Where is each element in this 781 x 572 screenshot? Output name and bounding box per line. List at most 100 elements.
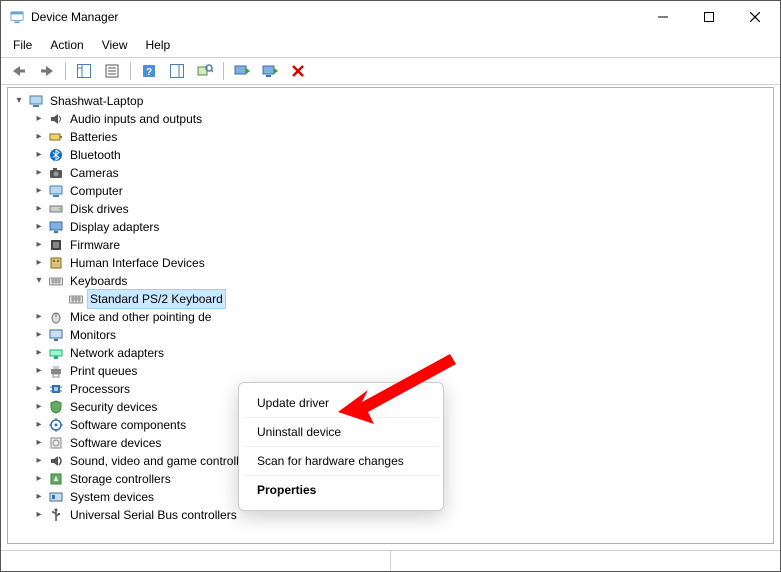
chevron-right-icon[interactable]: ▸ xyxy=(32,434,46,452)
tree-category[interactable]: ▸ Display adapters xyxy=(12,218,773,236)
tree-category[interactable]: ▸Monitors xyxy=(12,326,773,344)
chevron-right-icon[interactable]: ▸ xyxy=(32,416,46,434)
toolbar: ? xyxy=(1,57,780,85)
tree-item-label: Security devices xyxy=(68,398,159,416)
menu-action[interactable]: Action xyxy=(42,36,91,54)
disable-device-button[interactable] xyxy=(285,59,311,83)
action-pane-button[interactable] xyxy=(164,59,190,83)
forward-button[interactable] xyxy=(34,59,60,83)
uninstall-device-button[interactable] xyxy=(257,59,283,83)
cpu-icon xyxy=(48,381,64,397)
bluetooth-icon xyxy=(48,147,64,163)
hid-icon xyxy=(48,255,64,271)
tree-item-label: Standard PS/2 Keyboard xyxy=(88,290,225,308)
tree-category[interactable]: ▸ Cameras xyxy=(12,164,773,182)
tree-item-label: Keyboards xyxy=(68,272,129,290)
chevron-right-icon[interactable]: ▸ xyxy=(32,452,46,470)
tree-root[interactable]: ▾ Shashwat-Laptop xyxy=(12,92,773,110)
toolbar-separator xyxy=(223,62,224,80)
chevron-right-icon[interactable]: ▸ xyxy=(32,110,46,128)
help-button[interactable]: ? xyxy=(136,59,162,83)
chevron-right-icon[interactable]: ▸ xyxy=(32,344,46,362)
chevron-right-icon[interactable]: ▸ xyxy=(32,506,46,524)
security-icon xyxy=(48,399,64,415)
tree-category[interactable]: ▸Audio inputs and outputs xyxy=(12,110,773,128)
tree-item-label: Firmware xyxy=(68,236,122,254)
tree-item-label: Software components xyxy=(68,416,188,434)
tree-item-label: Print queues xyxy=(68,362,139,380)
tree-item-label: Bluetooth xyxy=(68,146,123,164)
update-driver-button[interactable] xyxy=(229,59,255,83)
chevron-right-icon[interactable]: ▸ xyxy=(32,470,46,488)
tree-item-label: Software devices xyxy=(68,434,163,452)
tree-item-label: Display adapters xyxy=(68,218,161,236)
close-button[interactable] xyxy=(732,1,778,33)
ctx-update-driver[interactable]: Update driver xyxy=(243,389,439,418)
tree-item-label: Sound, video and game controllers xyxy=(68,452,257,470)
ctx-properties[interactable]: Properties xyxy=(243,476,439,504)
storage-icon xyxy=(48,471,64,487)
chevron-right-icon[interactable]: ▸ xyxy=(32,308,46,326)
minimize-button[interactable] xyxy=(640,1,686,33)
minimize-icon xyxy=(658,12,668,22)
tree-category[interactable]: ▸Network adapters xyxy=(12,344,773,362)
tree-item-label: Processors xyxy=(68,380,132,398)
chevron-right-icon[interactable]: ▸ xyxy=(32,128,46,146)
tree-category[interactable]: ▸Batteries xyxy=(12,128,773,146)
ctx-uninstall-device[interactable]: Uninstall device xyxy=(243,418,439,447)
tree-category[interactable]: ▸ Print queues xyxy=(12,362,773,380)
chevron-right-icon[interactable]: ▸ xyxy=(32,254,46,272)
toolbar-separator xyxy=(65,62,66,80)
chevron-right-icon[interactable]: ▸ xyxy=(32,236,46,254)
battery-icon xyxy=(48,129,64,145)
tree-category[interactable]: ▸Computer xyxy=(12,182,773,200)
tree-category[interactable]: ▸ Bluetooth xyxy=(12,146,773,164)
help-icon: ? xyxy=(142,64,156,78)
chevron-right-icon[interactable]: ▸ xyxy=(32,398,46,416)
chevron-right-icon[interactable]: ▸ xyxy=(32,164,46,182)
chevron-right-icon[interactable]: ▸ xyxy=(32,380,46,398)
display-icon xyxy=(48,219,64,235)
tree-category[interactable]: ▸ Disk drives xyxy=(12,200,773,218)
show-hide-tree-button[interactable] xyxy=(71,59,97,83)
menu-view[interactable]: View xyxy=(94,36,136,54)
context-menu: Update driver Uninstall device Scan for … xyxy=(238,382,444,511)
tree-category[interactable]: ▸ Firmware xyxy=(12,236,773,254)
camera-icon xyxy=(48,165,64,181)
chevron-right-icon[interactable]: ▸ xyxy=(32,488,46,506)
chevron-down-icon[interactable]: ▾ xyxy=(32,272,46,290)
tree-device[interactable]: Standard PS/2 Keyboard xyxy=(12,290,773,308)
tree-item-label: Cameras xyxy=(68,164,121,182)
chevron-down-icon[interactable]: ▾ xyxy=(12,92,26,110)
menu-file[interactable]: File xyxy=(5,36,40,54)
tree-item-label: System devices xyxy=(68,488,156,506)
device-tree-pane[interactable]: ▾ Shashwat-Laptop▸Audio inputs and output… xyxy=(7,87,774,544)
properties-button[interactable] xyxy=(99,59,125,83)
maximize-button[interactable] xyxy=(686,1,732,33)
chevron-right-icon[interactable]: ▸ xyxy=(32,146,46,164)
chevron-right-icon[interactable]: ▸ xyxy=(32,218,46,236)
tree-item-label: Human Interface Devices xyxy=(68,254,207,272)
ctx-scan-hardware[interactable]: Scan for hardware changes xyxy=(243,447,439,476)
sound-icon xyxy=(48,453,64,469)
chevron-right-icon[interactable]: ▸ xyxy=(32,182,46,200)
computer-icon xyxy=(28,93,44,109)
tree-category[interactable]: ▸Mice and other pointing de xyxy=(12,308,773,326)
status-cell xyxy=(1,551,391,571)
swdev-icon xyxy=(48,435,64,451)
scan-icon xyxy=(197,64,213,78)
chevron-right-icon[interactable]: ▸ xyxy=(32,362,46,380)
scan-hardware-button[interactable] xyxy=(192,59,218,83)
chevron-right-icon[interactable]: ▸ xyxy=(32,326,46,344)
pane-icon xyxy=(170,64,184,78)
menubar: File Action View Help xyxy=(1,33,780,57)
arrow-right-icon xyxy=(39,64,55,78)
menu-help[interactable]: Help xyxy=(138,36,179,54)
chevron-right-icon[interactable]: ▸ xyxy=(32,200,46,218)
tree-category[interactable]: ▾ Keyboards xyxy=(12,272,773,290)
tree-item-label: Shashwat-Laptop xyxy=(48,92,145,110)
tree-category[interactable]: ▸ Human Interface Devices xyxy=(12,254,773,272)
back-button[interactable] xyxy=(6,59,32,83)
tree-item-label: Storage controllers xyxy=(68,470,173,488)
tree-item-label: Disk drives xyxy=(68,200,131,218)
